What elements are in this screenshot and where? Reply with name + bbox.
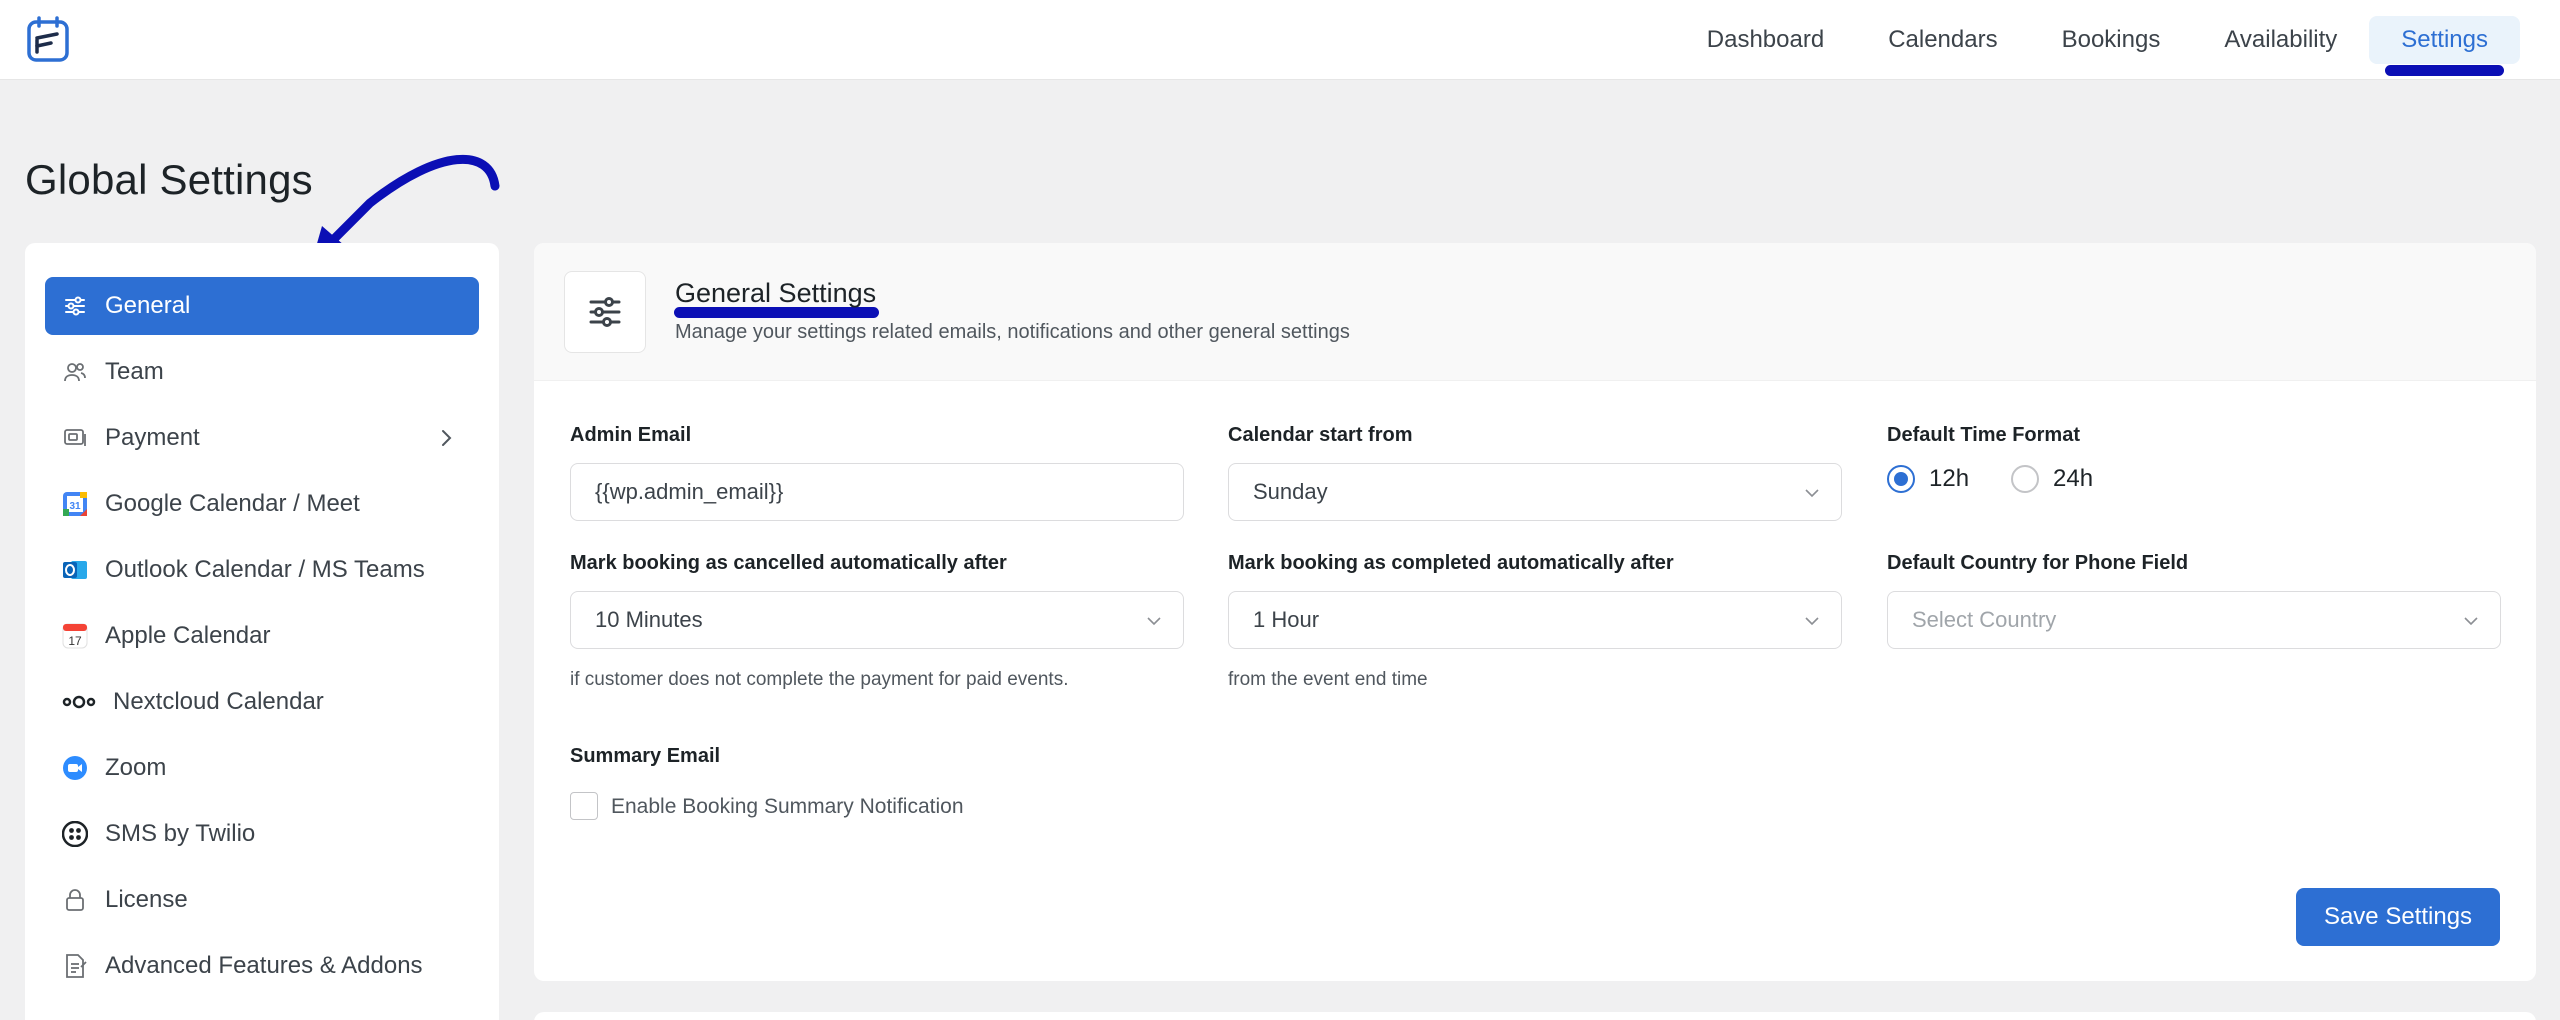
sidebar-item-twilio[interactable]: SMS by Twilio	[45, 805, 479, 863]
calendar-start-value: Sunday	[1253, 479, 1328, 504]
nav-settings-label: Settings	[2401, 26, 2488, 53]
addons-icon	[61, 952, 89, 980]
save-settings-button[interactable]: Save Settings	[2296, 888, 2500, 946]
payment-icon	[61, 424, 89, 452]
sidebar-item-label: Apple Calendar	[105, 622, 271, 649]
settings-sliders-icon	[564, 271, 646, 353]
chevron-right-icon	[442, 430, 452, 446]
chevron-down-icon	[2464, 617, 2478, 626]
cancel-after-hint: if customer does not complete the paymen…	[570, 669, 1069, 690]
outlook-icon	[61, 556, 89, 584]
default-country-select[interactable]: Select Country	[1887, 591, 2501, 649]
sidebar-item-label: Advanced Features & Addons	[105, 952, 423, 979]
nav-calendars[interactable]: Calendars	[1856, 16, 2029, 64]
sidebar-item-label: Zoom	[105, 754, 167, 781]
cancel-after-value: 10 Minutes	[595, 607, 703, 632]
summary-email-checkbox[interactable]	[570, 792, 598, 820]
nav-dashboard[interactable]: Dashboard	[1675, 16, 1856, 64]
nav-dashboard-label: Dashboard	[1706, 26, 1825, 53]
nav-availability[interactable]: Availability	[2192, 16, 2369, 64]
lock-icon	[61, 886, 89, 914]
panel-subtitle: Manage your settings related emails, not…	[675, 321, 1350, 343]
complete-after-value: 1 Hour	[1253, 607, 1320, 632]
sidebar-item-label: Google Calendar / Meet	[105, 490, 360, 517]
top-navigation-bar: Dashboard Calendars Bookings Availabilit…	[0, 0, 2560, 80]
chevron-down-icon	[1805, 617, 1819, 626]
sidebar-item-label: Outlook Calendar / MS Teams	[105, 556, 425, 583]
default-country-label: Default Country for Phone Field	[1887, 552, 2189, 574]
admin-email-value: {{wp.admin_email}}	[595, 479, 784, 504]
settings-sidebar: General Team Payment 31 Google Calendar …	[25, 243, 499, 1020]
complete-after-hint: from the event end time	[1228, 669, 1428, 690]
apple-calendar-icon: 17	[61, 622, 89, 650]
radio-24h-label: 24h	[2053, 465, 2094, 492]
svg-text:17: 17	[68, 634, 82, 648]
sidebar-item-license[interactable]: License	[45, 871, 479, 929]
complete-after-select[interactable]: 1 Hour	[1228, 591, 1842, 649]
radio-12h-label: 12h	[1929, 465, 1970, 492]
app-logo-icon[interactable]	[24, 16, 72, 64]
general-settings-panel: General Settings Manage your settings re…	[534, 243, 2536, 981]
nav-availability-label: Availability	[2224, 26, 2338, 53]
google-calendar-icon: 31	[61, 490, 89, 518]
page-title: Global Settings	[25, 156, 313, 203]
sidebar-item-general[interactable]: General	[45, 277, 479, 335]
panel-title: General Settings	[675, 278, 877, 308]
complete-after-label: Mark booking as completed automatically …	[1228, 552, 1674, 574]
panel-header: General Settings Manage your settings re…	[534, 243, 2536, 381]
radio-12h-indicator	[1887, 465, 1915, 493]
nav-settings[interactable]: Settings	[2369, 16, 2520, 76]
time-format-label: Default Time Format	[1887, 424, 2080, 446]
calendar-start-label: Calendar start from	[1228, 424, 1413, 446]
summary-email-checkbox-label[interactable]: Enable Booking Summary Notification	[611, 795, 964, 819]
sidebar-item-label: General	[105, 292, 191, 319]
annotation-underline-settings	[2385, 65, 2504, 76]
sidebar-item-google-calendar[interactable]: 31 Google Calendar / Meet	[45, 475, 479, 533]
sidebar-item-apple-calendar[interactable]: 17 Apple Calendar	[45, 607, 479, 665]
sidebar-item-team[interactable]: Team	[45, 343, 479, 401]
cancel-after-label: Mark booking as cancelled automatically …	[570, 552, 1007, 574]
sliders-icon	[61, 292, 89, 320]
radio-24h-indicator	[2011, 465, 2039, 493]
sidebar-item-outlook[interactable]: Outlook Calendar / MS Teams	[45, 541, 479, 599]
chevron-down-icon	[1805, 489, 1819, 498]
nextcloud-icon	[61, 688, 97, 716]
admin-email-input[interactable]: {{wp.admin_email}}	[570, 463, 1184, 521]
twilio-icon	[61, 820, 89, 848]
sidebar-item-nextcloud[interactable]: Nextcloud Calendar	[45, 673, 479, 731]
cancel-after-select[interactable]: 10 Minutes	[570, 591, 1184, 649]
sidebar-item-zoom[interactable]: Zoom	[45, 739, 479, 797]
svg-text:31: 31	[69, 501, 81, 512]
radio-24h[interactable]: 24h	[2011, 465, 2093, 493]
calendar-start-select[interactable]: Sunday	[1228, 463, 1842, 521]
sidebar-item-addons[interactable]: Advanced Features & Addons	[45, 937, 479, 995]
sidebar-item-label: Team	[105, 358, 164, 385]
nav-bookings[interactable]: Bookings	[2030, 16, 2193, 64]
users-icon	[61, 358, 89, 386]
radio-12h[interactable]: 12h	[1887, 465, 1969, 493]
default-country-placeholder: Select Country	[1912, 607, 2057, 632]
next-panel-edge	[534, 1012, 2536, 1020]
sidebar-item-label: License	[105, 886, 188, 913]
sidebar-item-label: SMS by Twilio	[105, 820, 256, 847]
summary-email-label: Summary Email	[570, 745, 721, 767]
nav-bookings-label: Bookings	[2061, 26, 2161, 53]
main-nav: Dashboard Calendars Bookings Availabilit…	[1675, 16, 2520, 76]
sidebar-item-payment[interactable]: Payment	[45, 409, 479, 467]
chevron-down-icon	[1147, 617, 1161, 626]
sidebar-item-label: Payment	[105, 424, 200, 451]
nav-calendars-label: Calendars	[1888, 26, 1998, 53]
zoom-icon	[61, 754, 89, 782]
admin-email-label: Admin Email	[570, 424, 692, 446]
sidebar-item-label: Nextcloud Calendar	[113, 688, 324, 715]
